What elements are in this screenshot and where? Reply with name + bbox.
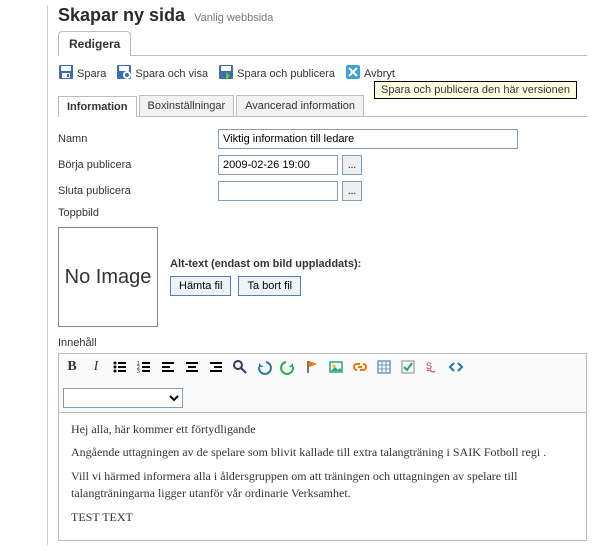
tab-avancerad[interactable]: Avancerad information [236, 95, 364, 116]
code-icon[interactable] [447, 358, 465, 376]
page-subtitle: Vanlig webbsida [194, 12, 273, 24]
label-alt-text: Alt-text (endast om bild uppladdats): [170, 258, 361, 270]
cancel-icon [345, 64, 361, 83]
tooltip: Spara och publicera den här versionen [374, 81, 577, 99]
save-publish-button[interactable]: Spara och publicera [218, 64, 335, 83]
sub-tabs: Information Boxinställningar Avancerad i… [58, 95, 587, 117]
name-input[interactable] [218, 129, 518, 149]
format-select[interactable] [63, 388, 183, 408]
find-icon[interactable] [231, 358, 249, 376]
editor-p1: Hej alla, här kommer ett förtydligande [71, 421, 574, 438]
end-publish-input[interactable] [218, 181, 338, 201]
no-image-placeholder: No Image [58, 227, 158, 327]
editor-p2: Angående uttagningen av de spelare som b… [71, 444, 574, 461]
editor-toolbar: B I 123 S [58, 353, 587, 412]
save-show-button[interactable]: Spara och visa [116, 64, 208, 83]
label-content: Innehåll [58, 337, 587, 349]
bullet-list-icon[interactable] [111, 358, 129, 376]
redo-icon[interactable] [279, 358, 297, 376]
main-tabs: Redigera [58, 30, 587, 56]
italic-icon[interactable]: I [87, 358, 105, 376]
align-right-icon[interactable] [207, 358, 225, 376]
editor-content[interactable]: Hej alla, här kommer ett förtydligande A… [58, 412, 587, 541]
get-file-button[interactable]: Hämta fil [170, 276, 231, 296]
left-gutter [0, 5, 48, 545]
numbered-list-icon[interactable]: 123 [135, 358, 153, 376]
align-center-icon[interactable] [183, 358, 201, 376]
svg-text:3: 3 [137, 369, 140, 375]
editor-p4: TEST TEXT [71, 509, 574, 526]
table-icon[interactable] [375, 358, 393, 376]
image-icon[interactable] [327, 358, 345, 376]
start-publish-picker[interactable]: ... [342, 155, 362, 175]
save-button[interactable]: Spara [58, 64, 106, 83]
label-topimage: Toppbild [58, 207, 218, 219]
label-name: Namn [58, 133, 218, 145]
check-icon[interactable] [399, 358, 417, 376]
disk-publish-icon [218, 64, 234, 83]
label-start-publish: Börja publicera [58, 159, 218, 171]
svg-text:S: S [426, 361, 432, 371]
label-end-publish: Sluta publicera [58, 185, 218, 197]
page-title: Skapar ny sida Vanlig webbsida [58, 5, 587, 26]
tab-information[interactable]: Information [58, 96, 137, 117]
tab-boxinstallningar[interactable]: Boxinställningar [139, 95, 235, 116]
tab-redigera[interactable]: Redigera [58, 31, 131, 56]
flag-icon[interactable] [303, 358, 321, 376]
disk-icon [58, 64, 74, 83]
spellcheck-icon[interactable]: S [423, 358, 441, 376]
start-publish-input[interactable] [218, 155, 338, 175]
editor-p3: Vill vi härmed informera alla i åldersgr… [71, 468, 574, 503]
link-icon[interactable] [351, 358, 369, 376]
align-left-icon[interactable] [159, 358, 177, 376]
bold-icon[interactable]: B [63, 358, 81, 376]
end-publish-picker[interactable]: ... [342, 181, 362, 201]
remove-file-button[interactable]: Ta bort fil [238, 276, 301, 296]
undo-icon[interactable] [255, 358, 273, 376]
disk-eye-icon [116, 64, 132, 83]
